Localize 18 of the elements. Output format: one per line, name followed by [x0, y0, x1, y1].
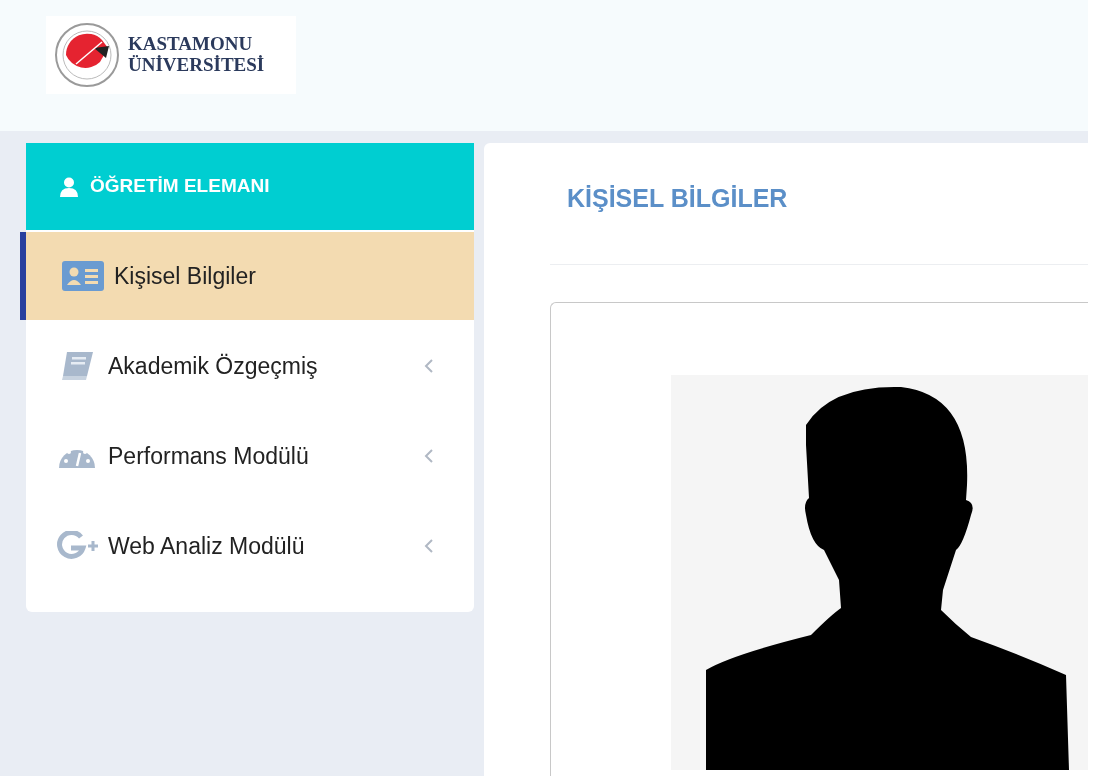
sidebar-item[interactable]: Kişisel Bilgiler	[20, 232, 474, 320]
user-icon	[60, 176, 78, 197]
book-icon	[59, 350, 95, 382]
sidebar-label: Kişisel Bilgiler	[114, 261, 257, 291]
seal-icon	[54, 22, 120, 88]
sidebar-label: Akademik Özgeçmiş	[108, 351, 319, 381]
university-logo[interactable]: KASTAMONU ÜNİVERSİTESİ	[46, 16, 296, 94]
chevron-left-icon	[424, 448, 434, 464]
sidebar-label: Performans Modülü	[108, 441, 310, 471]
page-title: KİŞİSEL BİLGİLER	[566, 182, 788, 214]
sidebar-label: Web Analiz Modülü	[108, 531, 306, 561]
logo-text: ÜNİVERSİTESİ	[128, 55, 265, 76]
id-card-icon	[62, 261, 104, 291]
chevron-left-icon	[424, 538, 434, 554]
chevron-left-icon	[424, 358, 434, 374]
logo-text: KASTAMONU	[128, 34, 254, 55]
sidebar-title: ÖĞRETİM ELEMANI	[90, 174, 270, 199]
google-plus-icon	[54, 531, 100, 561]
